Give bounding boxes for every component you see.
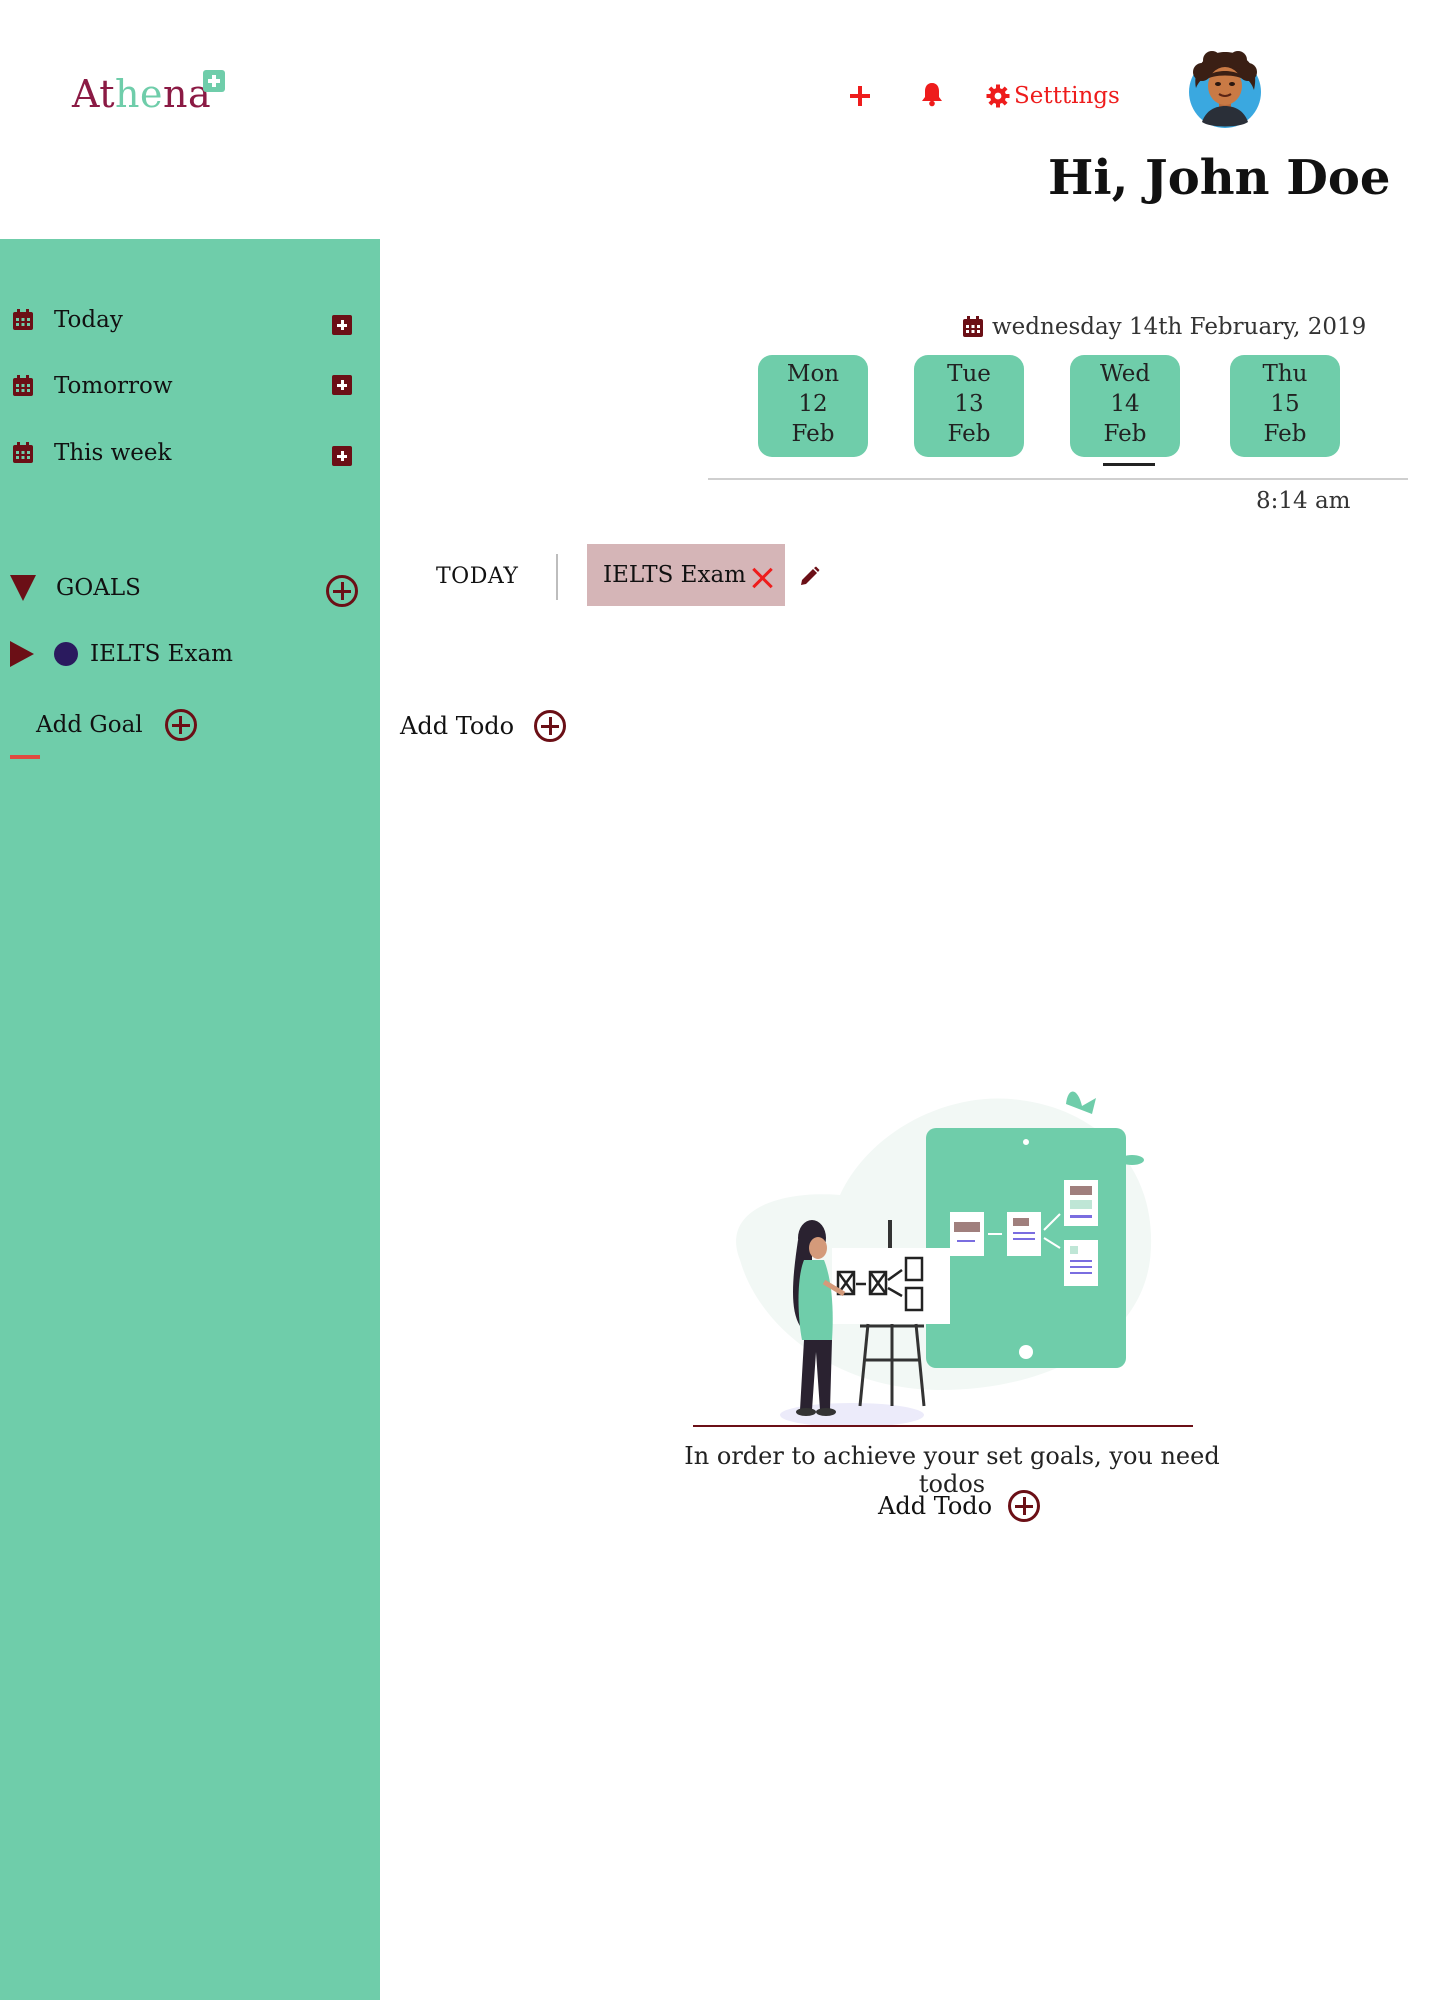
calendar-icon (13, 309, 33, 330)
sidebar-item-this-week[interactable]: This week (12, 440, 171, 466)
current-date-text: wednesday 14th February, 2019 (992, 314, 1367, 340)
day-weekday: Wed (1099, 361, 1151, 387)
tab-today[interactable]: TODAY (436, 564, 518, 589)
add-goal-label: Add Goal (36, 712, 143, 738)
empty-state-illustration (720, 1090, 1160, 1434)
day-weekday: Mon (786, 361, 840, 387)
logo-text-part1: At (72, 72, 116, 116)
day-month: Feb (947, 421, 991, 447)
add-goal-circle-plus-icon[interactable] (326, 575, 358, 607)
day-month: Feb (1263, 421, 1307, 447)
goal-item-ielts[interactable]: IELTS Exam (10, 641, 233, 667)
current-date: wednesday 14th February, 2019 (962, 314, 1366, 340)
play-icon (10, 641, 34, 667)
circle-plus-icon (1008, 1490, 1041, 1522)
sidebar-item-label: This week (54, 440, 172, 466)
goal-item-label: IELTS Exam (90, 641, 233, 667)
add-goal-button[interactable]: Add Goal (36, 709, 197, 741)
calendar-icon (963, 316, 983, 337)
circle-plus-icon (164, 709, 197, 741)
current-time: 8:14 am (1256, 488, 1351, 514)
selected-day-indicator (1103, 463, 1155, 466)
day-number: 12 (798, 391, 828, 417)
sidebar-item-today[interactable]: Today (12, 307, 123, 333)
greeting-heading: Hi, John Doe (1048, 150, 1391, 206)
logo-plus-icon (203, 70, 225, 92)
sidebar-item-tomorrow[interactable]: Tomorrow (12, 373, 173, 399)
add-today-button[interactable] (332, 315, 352, 335)
bell-icon[interactable] (920, 81, 944, 111)
tab-label: IELTS Exam (603, 562, 746, 588)
top-actions: Setttings (840, 78, 1120, 114)
circle-plus-icon (534, 710, 567, 742)
day-month: Feb (791, 421, 835, 447)
goal-color-dot (54, 642, 78, 666)
sidebar: Today Tomorrow This week GOALS IELTS Exa… (0, 239, 380, 2000)
avatar[interactable] (1188, 48, 1262, 130)
add-todo-label: Add Todo (878, 1492, 993, 1520)
add-tomorrow-button[interactable] (332, 375, 352, 395)
day-number: 15 (1270, 391, 1300, 417)
add-todo-label: Add Todo (400, 712, 515, 740)
add-todo-button[interactable]: Add Todo (400, 710, 567, 742)
day-pill-tue[interactable]: Tue 13 Feb (914, 355, 1024, 457)
logo-text-part2: he (115, 72, 164, 116)
add-plus-icon[interactable] (840, 78, 880, 114)
app-logo[interactable]: Athena (72, 72, 211, 116)
illustration-baseline (693, 1425, 1193, 1427)
triangle-down-icon (10, 575, 36, 601)
goals-heading: GOALS (56, 575, 141, 601)
gear-icon (986, 84, 1010, 108)
calendar-icon (13, 375, 33, 396)
tab-separator (556, 554, 558, 600)
sidebar-item-label: Today (54, 307, 123, 333)
goals-toggle[interactable]: GOALS (10, 575, 141, 601)
day-weekday: Thu (1262, 361, 1308, 387)
day-month: Feb (1103, 421, 1147, 447)
day-number: 14 (1110, 391, 1140, 417)
date-divider (708, 478, 1408, 480)
day-pill-mon[interactable]: Mon 12 Feb (758, 355, 868, 457)
day-pill-thu[interactable]: Thu 15 Feb (1230, 355, 1340, 457)
sidebar-divider (10, 755, 40, 759)
day-weekday: Tue (947, 361, 991, 387)
close-icon[interactable] (751, 567, 773, 589)
pencil-icon[interactable] (798, 566, 820, 592)
settings-button[interactable]: Setttings (986, 83, 1120, 109)
day-number: 13 (954, 391, 984, 417)
day-pill-wed[interactable]: Wed 14 Feb (1070, 355, 1180, 457)
settings-label: Setttings (1014, 83, 1120, 109)
empty-state-add-todo-button[interactable]: Add Todo (878, 1490, 1041, 1522)
sidebar-item-label: Tomorrow (54, 373, 173, 399)
calendar-icon (13, 442, 33, 463)
add-this-week-button[interactable] (332, 446, 352, 466)
